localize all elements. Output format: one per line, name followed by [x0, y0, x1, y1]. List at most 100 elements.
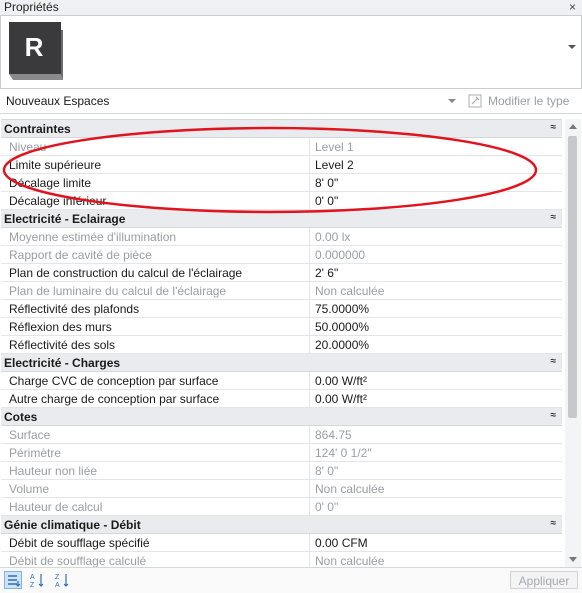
column-divider — [309, 138, 310, 156]
column-divider — [309, 228, 310, 246]
property-value: Non calculée — [315, 284, 385, 298]
apply-button[interactable]: Appliquer — [510, 571, 578, 589]
property-row: Hauteur de calcul 0' 0" — [1, 498, 562, 516]
properties-titlebar: Propriétés × — [0, 0, 582, 16]
column-divider — [309, 300, 310, 318]
property-row[interactable]: Réflectivité des plafonds 75.0000% — [1, 300, 562, 318]
property-label: Débit de soufflage calculé — [9, 554, 147, 568]
group-header[interactable]: Electricité - Charges ≈ — [1, 354, 562, 372]
window-title: Propriétés — [4, 0, 59, 14]
property-row: Hauteur non liée 8' 0" — [1, 462, 562, 480]
property-row: Débit de soufflage calculé Non calculée — [1, 552, 562, 568]
property-value[interactable]: 0.00 W/ft² — [315, 374, 367, 388]
group-title: Cotes — [4, 410, 38, 424]
property-label: Réflexion des murs — [9, 320, 112, 334]
sort-ascending-icon[interactable]: A Z — [29, 571, 47, 589]
property-value[interactable]: 2' 6" — [315, 266, 338, 280]
edit-type-icon — [468, 94, 482, 108]
collapse-group-icon[interactable]: ≈ — [551, 122, 557, 133]
property-label: Surface — [9, 428, 51, 442]
group-header[interactable]: Contraintes ≈ — [1, 120, 562, 138]
svg-text:Z: Z — [30, 582, 35, 589]
property-row[interactable]: Décalage limite 8' 0" — [1, 174, 562, 192]
collapse-group-icon[interactable]: ≈ — [551, 356, 557, 367]
property-value: 124' 0 1/2" — [315, 446, 372, 460]
svg-text:Z: Z — [55, 574, 60, 581]
instance-selector[interactable]: Nouveaux Espaces — [0, 89, 460, 113]
column-divider — [309, 372, 310, 390]
property-label: Réflectivité des plafonds — [9, 302, 140, 316]
property-row[interactable]: Réflexion des murs 50.0000% — [1, 318, 562, 336]
properties-grid: Contraintes ≈ Niveau Level 1 Limite supérieu… — [1, 119, 562, 568]
sort-categorized-icon[interactable] — [4, 571, 22, 589]
property-label: Hauteur non liée — [9, 464, 98, 478]
revit-logo-icon: R — [9, 22, 63, 80]
property-label: Plan de luminaire du calcul de l'éclaira… — [9, 284, 227, 298]
property-value[interactable]: 50.0000% — [315, 320, 369, 334]
property-value[interactable]: 8' 0" — [315, 176, 338, 190]
type-selector[interactable]: R — [0, 16, 582, 89]
collapse-group-icon[interactable]: ≈ — [551, 212, 557, 223]
property-row: Rapport de cavité de pièce 0.000000 — [1, 246, 562, 264]
property-value[interactable]: 20.0000% — [315, 338, 369, 352]
property-label: Hauteur de calcul — [9, 500, 103, 514]
edit-type-button[interactable]: Modifier le type — [468, 92, 578, 110]
property-label: Décalage inférieur — [9, 194, 107, 208]
property-label: Niveau — [9, 140, 47, 154]
group-header[interactable]: Electricité - Eclairage ≈ — [1, 210, 562, 228]
sort-descending-icon[interactable]: Z A — [54, 571, 72, 589]
instance-selector-value: Nouveaux Espaces — [6, 94, 110, 108]
group-title: Electricité - Eclairage — [4, 212, 126, 226]
property-value: 0' 0" — [315, 500, 339, 514]
close-icon[interactable]: × — [569, 0, 576, 15]
property-label: Décalage limite — [9, 176, 92, 190]
instance-bar: Nouveaux Espaces Modifier le type — [0, 89, 582, 114]
property-row[interactable]: Autre charge de conception par surface 0.… — [1, 390, 562, 408]
column-divider — [309, 264, 310, 282]
property-value[interactable]: 75.0000% — [315, 302, 369, 316]
property-row: Périmètre 124' 0 1/2" — [1, 444, 562, 462]
property-label: Autre charge de conception par surface — [9, 392, 220, 406]
collapse-group-icon[interactable]: ≈ — [551, 410, 557, 421]
property-row: Plan de luminaire du calcul de l'éclaira… — [1, 282, 562, 300]
property-label: Rapport de cavité de pièce — [9, 248, 152, 262]
scroll-down-arrow-icon[interactable] — [569, 557, 577, 562]
property-label: Charge CVC de conception par surface — [9, 374, 219, 388]
property-value: 8' 0" — [315, 464, 339, 478]
property-row: Niveau Level 1 — [1, 138, 562, 156]
instance-chevron-down-icon[interactable] — [448, 99, 456, 103]
column-divider — [309, 192, 310, 210]
property-value: Non calculée — [315, 554, 385, 568]
property-row: Volume Non calculée — [1, 480, 562, 498]
group-title: Electricité - Charges — [4, 356, 121, 370]
property-row[interactable]: Plan de construction du calcul de l'écla… — [1, 264, 562, 282]
property-row[interactable]: Décalage inférieur 0' 0" — [1, 192, 562, 210]
property-row[interactable]: Charge CVC de conception par surface 0.00… — [1, 372, 562, 390]
property-row: Moyenne estimée d'illumination 0.00 lx — [1, 228, 562, 246]
vertical-scrollbar[interactable] — [565, 119, 581, 567]
group-header[interactable]: Génie climatique - Débit ≈ — [1, 516, 562, 534]
property-row[interactable]: Débit de soufflage spécifié 0.00 CFM — [1, 534, 562, 552]
property-value: 864.75 — [315, 428, 352, 442]
type-dropdown-chevron-icon[interactable] — [568, 45, 576, 49]
property-label: Volume — [9, 482, 50, 496]
column-divider — [309, 552, 310, 568]
property-row[interactable]: Réflectivité des sols 20.0000% — [1, 336, 562, 354]
svg-text:A: A — [30, 574, 35, 581]
column-divider — [309, 246, 310, 264]
edit-type-label: Modifier le type — [488, 94, 570, 108]
column-divider — [309, 336, 310, 354]
scroll-up-arrow-icon[interactable] — [569, 124, 577, 129]
column-divider — [309, 480, 310, 498]
property-value[interactable]: Level 2 — [315, 158, 354, 172]
property-value[interactable]: 0.00 W/ft² — [315, 392, 367, 406]
logo-letter: R — [25, 32, 44, 62]
group-header[interactable]: Cotes ≈ — [1, 408, 562, 426]
column-divider — [309, 318, 310, 336]
scrollbar-thumb[interactable] — [568, 136, 577, 418]
property-value[interactable]: 0' 0" — [315, 194, 338, 208]
property-row: Surface 864.75 — [1, 426, 562, 444]
property-row[interactable]: Limite supérieure Level 2 — [1, 156, 562, 174]
property-value[interactable]: 0.00 CFM — [315, 536, 368, 550]
collapse-group-icon[interactable]: ≈ — [551, 518, 557, 529]
